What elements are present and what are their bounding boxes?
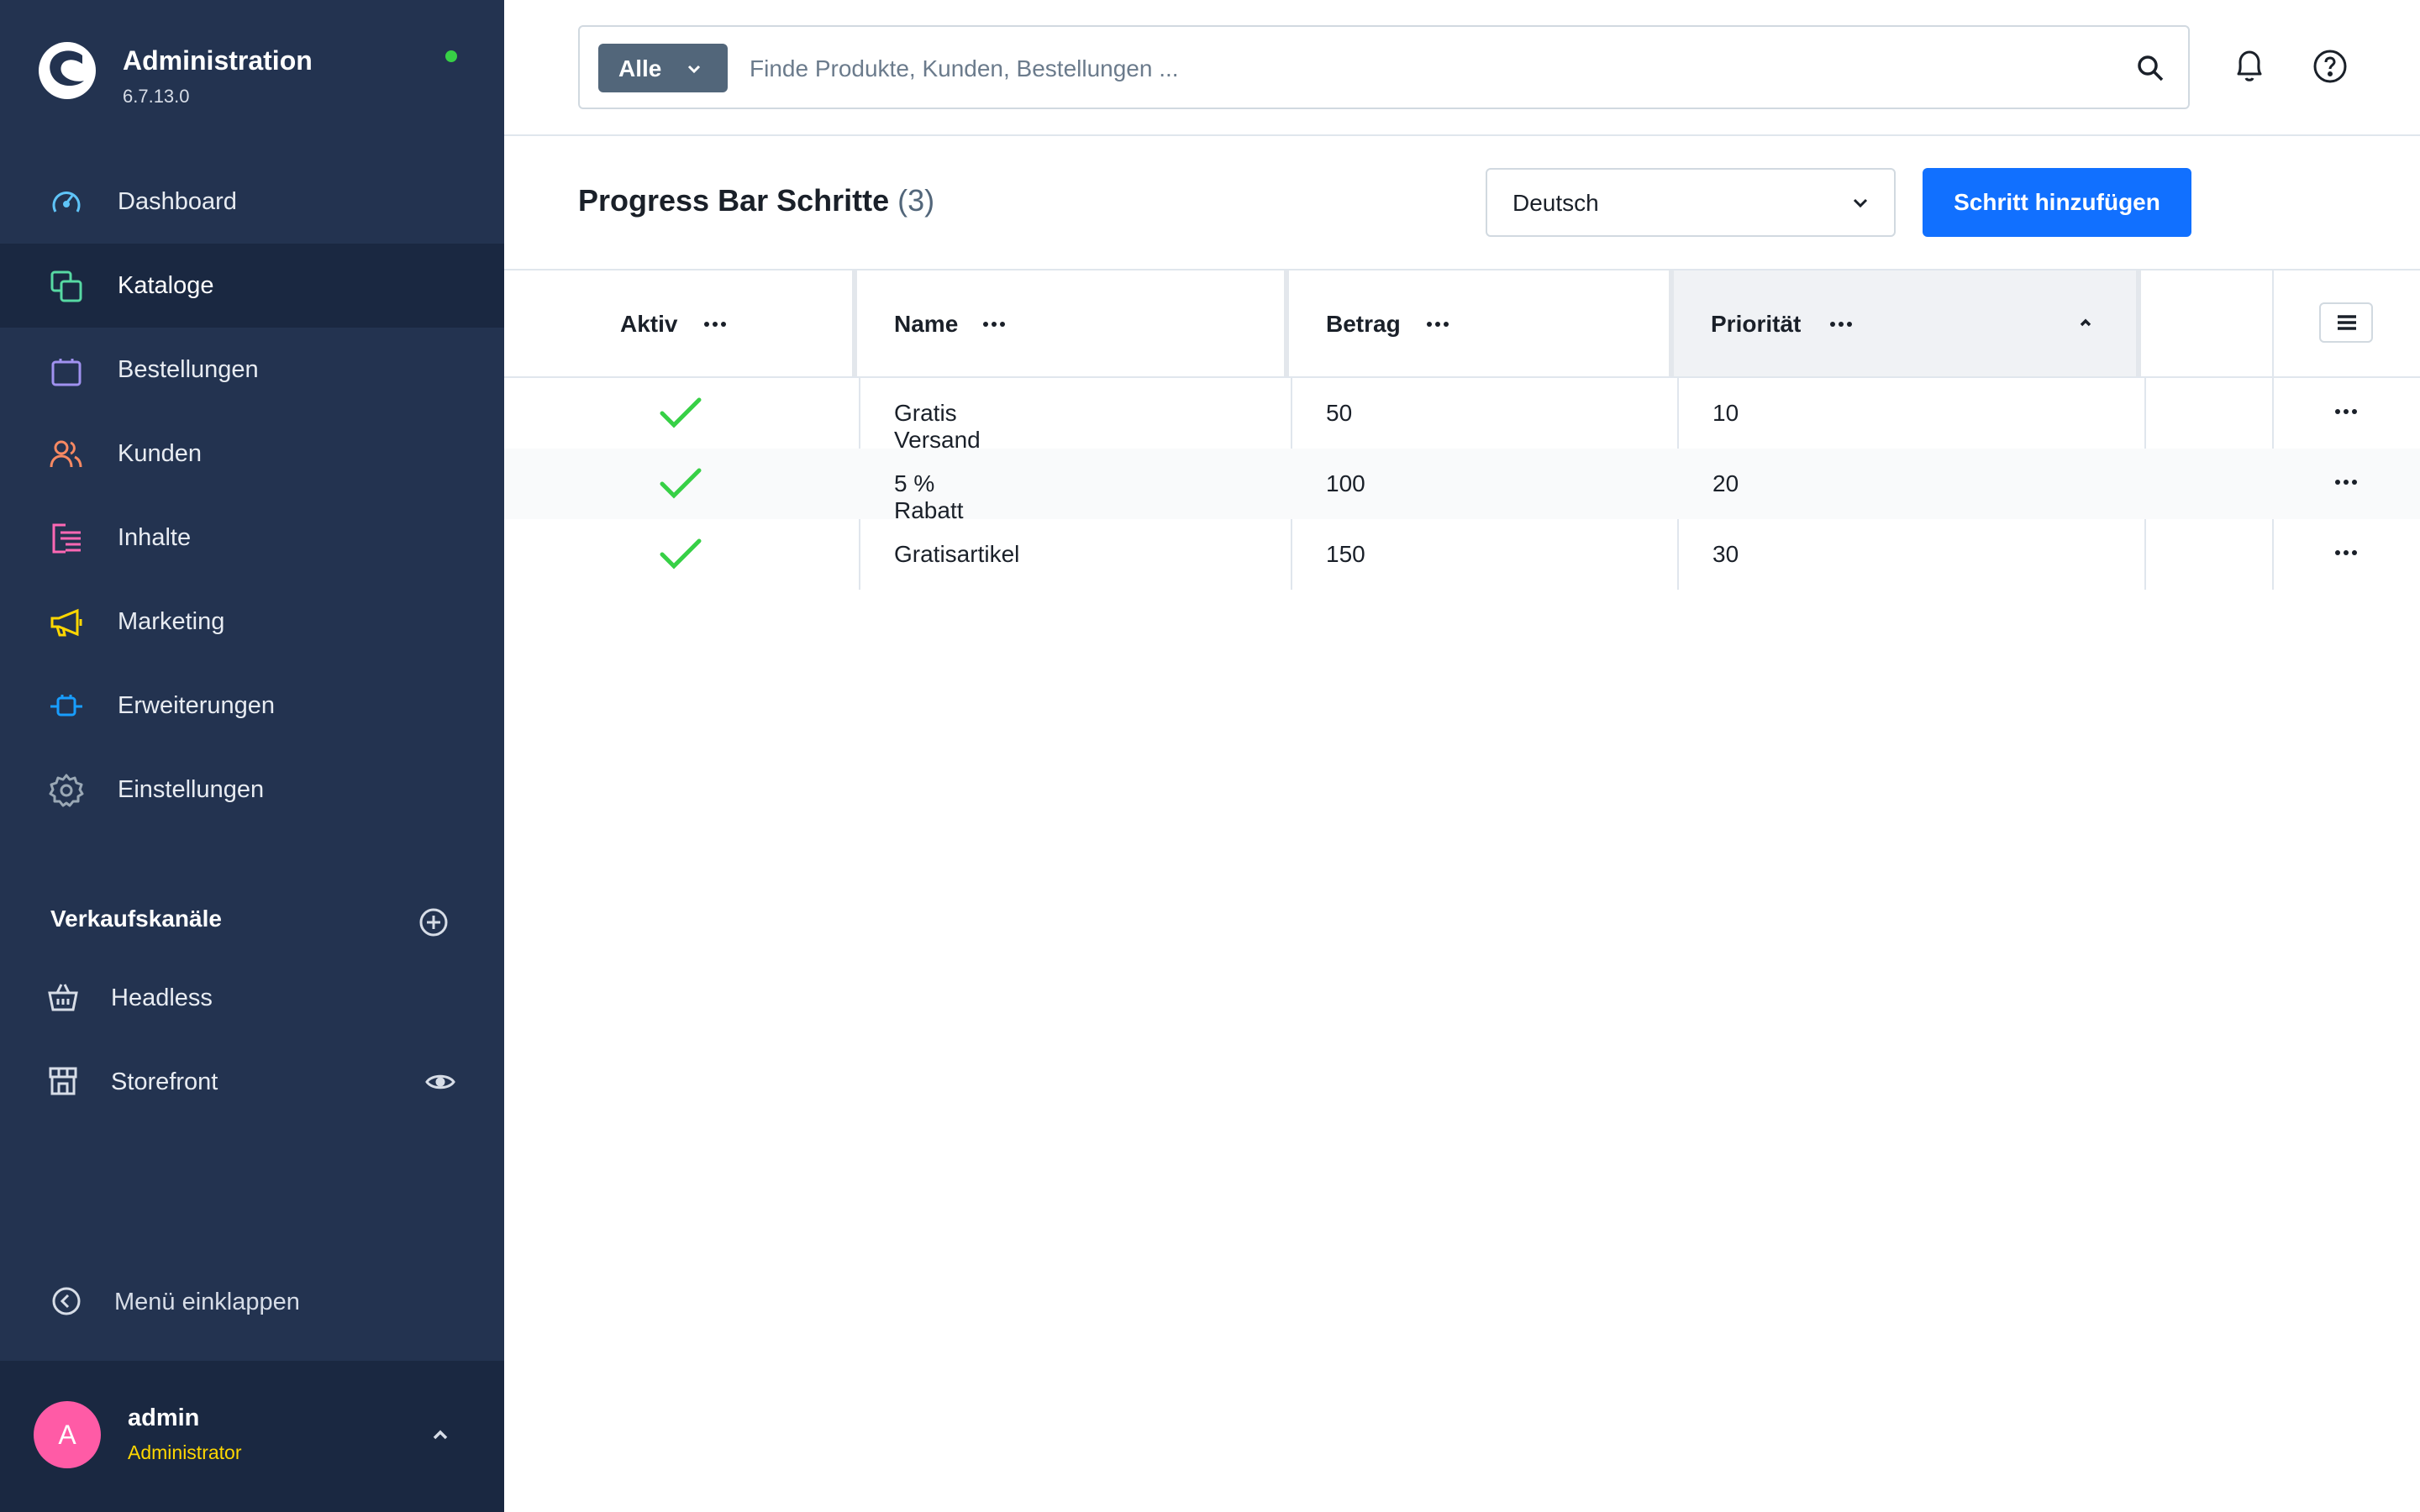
nav-label: Kataloge	[118, 271, 214, 299]
brand: Administration 6.7.13.0	[37, 37, 474, 113]
nav-item-dashboard[interactable]: Dashboard	[0, 160, 504, 244]
nav-label: Dashboard	[118, 187, 237, 215]
add-sales-channel-icon[interactable]	[417, 906, 450, 939]
catalog-icon	[50, 270, 82, 302]
nav-item-bestellungen[interactable]: Bestellungen	[0, 328, 504, 412]
global-search: Alle	[578, 25, 2190, 109]
search-type-label: Alle	[618, 55, 662, 81]
sort-ascending-icon[interactable]	[2074, 311, 2097, 334]
row-actions-icon[interactable]	[2333, 475, 2360, 489]
page-header: Progress Bar Schritte (3) Deutsch Schrit…	[504, 136, 2420, 270]
collapse-menu-label: Menü einklappen	[114, 1289, 300, 1315]
nav-item-erweiterungen[interactable]: Erweiterungen	[0, 664, 504, 748]
column-header-aktiv[interactable]: Aktiv	[504, 270, 852, 376]
nav-item-einstellungen[interactable]: Einstellungen	[0, 748, 504, 832]
table-row[interactable]: Gratis Versand 50 10	[504, 378, 2420, 453]
column-header-label: Name	[894, 311, 959, 337]
basket-icon	[48, 984, 78, 1011]
nav-label: Marketing	[118, 607, 225, 635]
column-header-label: Betrag	[1326, 311, 1401, 337]
storefront-icon	[49, 1067, 77, 1095]
column-header-prioritaet[interactable]: Priorität	[1674, 270, 2136, 376]
gauge-icon	[52, 192, 81, 213]
app-version: 6.7.13.0	[123, 86, 190, 107]
nav-item-kunden[interactable]: Kunden	[0, 412, 504, 496]
nav-label: Einstellungen	[118, 775, 265, 803]
plugin-icon	[50, 695, 82, 717]
chevron-down-icon	[687, 65, 701, 74]
users-icon	[50, 440, 82, 468]
table-row[interactable]: Gratisartikel 150 30	[504, 519, 2420, 590]
admin-sidebar: Administration 6.7.13.0 Dashboard Katalo…	[0, 0, 504, 1512]
more-horizontal-icon[interactable]	[981, 318, 1007, 331]
column-header-label: Aktiv	[620, 311, 678, 337]
language-select-value: Deutsch	[1512, 190, 1599, 216]
grid-header: Aktiv Name Betrag Priorität	[504, 270, 2420, 378]
nav-label: Bestellungen	[118, 355, 259, 383]
content-icon	[52, 523, 81, 554]
app-title: Administration	[123, 45, 313, 76]
page-title: Progress Bar Schritte (3)	[578, 183, 934, 218]
collapse-menu-button[interactable]: Menü einklappen	[0, 1268, 504, 1336]
search-input[interactable]	[750, 47, 2094, 91]
sales-channel-storefront[interactable]: Storefront	[0, 1045, 504, 1121]
add-step-button[interactable]: Schritt hinzufügen	[1923, 168, 2191, 237]
more-horizontal-icon[interactable]	[1828, 318, 1854, 331]
column-resize-handle[interactable]	[2136, 270, 2141, 376]
checkmark-icon	[660, 397, 702, 428]
row-actions-icon[interactable]	[2333, 546, 2360, 559]
menu-icon	[2338, 315, 2356, 330]
search-type-dropdown[interactable]: Alle	[598, 44, 728, 92]
user-panel: A admin Administrator	[0, 1361, 504, 1512]
gear-icon	[49, 774, 84, 807]
user-role: Administrator	[128, 1441, 242, 1463]
progress-steps-grid: Aktiv Name Betrag Priorität Gratis Versa…	[504, 270, 2420, 590]
more-horizontal-icon[interactable]	[702, 318, 728, 331]
chevron-up-icon[interactable]	[424, 1418, 457, 1452]
column-divider	[2272, 270, 2274, 376]
nav-label: Erweiterungen	[118, 691, 275, 719]
megaphone-icon	[50, 608, 82, 637]
nav-label: Inhalte	[118, 523, 192, 551]
main-nav: Dashboard Kataloge Bestellungen Kunden I…	[0, 160, 504, 832]
sales-channel-headless[interactable]: Headless	[0, 961, 504, 1037]
language-select[interactable]: Deutsch	[1486, 168, 1896, 237]
grid-settings-button[interactable]	[2319, 302, 2373, 343]
more-horizontal-icon[interactable]	[1425, 318, 1450, 331]
grid-body: Gratis Versand 50 10 5 % Rabatt 100 20 G…	[504, 378, 2420, 590]
avatar[interactable]: A	[34, 1401, 101, 1468]
chevron-left-circle-icon	[52, 1287, 81, 1315]
chevron-down-icon	[1853, 198, 1868, 208]
page-title-count: (3)	[897, 183, 935, 218]
column-header-label: Priorität	[1711, 311, 1802, 337]
nav-label: Kunden	[118, 439, 202, 467]
online-status-dot	[445, 50, 457, 62]
shopware-logo-icon[interactable]	[37, 40, 97, 101]
eye-icon[interactable]	[424, 1065, 457, 1099]
nav-item-kataloge[interactable]: Kataloge	[0, 244, 504, 328]
nav-item-marketing[interactable]: Marketing	[0, 580, 504, 664]
page-title-text: Progress Bar Schritte	[578, 183, 890, 218]
bell-icon[interactable]	[2230, 47, 2269, 86]
sales-channel-label: Headless	[111, 984, 213, 1011]
nav-item-inhalte[interactable]: Inhalte	[0, 496, 504, 580]
sales-channels-title: Verkaufskanäle	[50, 906, 222, 932]
user-name: admin	[128, 1404, 200, 1431]
shopping-bag-icon	[51, 359, 82, 386]
row-actions-icon[interactable]	[2333, 405, 2360, 418]
column-header-betrag[interactable]: Betrag	[1289, 270, 1669, 376]
top-bar: Alle	[504, 0, 2420, 136]
help-icon[interactable]	[2312, 49, 2348, 84]
column-header-name[interactable]: Name	[857, 270, 1284, 376]
table-row[interactable]: 5 % Rabatt 100 20	[504, 449, 2420, 523]
search-icon[interactable]	[2134, 52, 2166, 84]
checkmark-icon	[660, 538, 702, 570]
sales-channel-label: Storefront	[111, 1068, 218, 1095]
checkmark-icon	[660, 468, 702, 499]
